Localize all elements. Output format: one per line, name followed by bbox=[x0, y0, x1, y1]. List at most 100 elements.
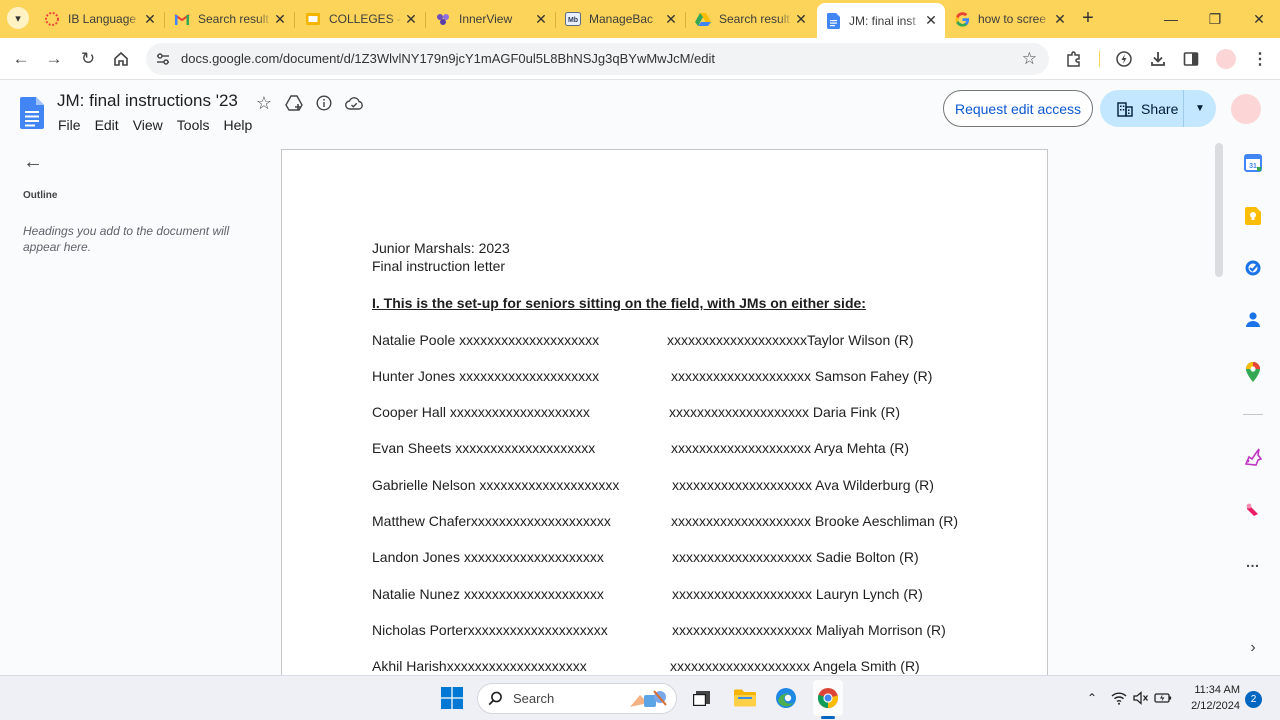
tab-title: Search result bbox=[198, 12, 269, 26]
windows-start-icon[interactable] bbox=[441, 687, 463, 709]
menu-view[interactable]: View bbox=[133, 117, 163, 133]
battery-status[interactable] bbox=[1154, 689, 1172, 707]
contacts-button[interactable] bbox=[1242, 309, 1264, 331]
tab-google-search[interactable]: how to scree ✕ bbox=[946, 5, 1074, 33]
search-icon bbox=[488, 691, 502, 706]
tasks-icon bbox=[1245, 260, 1261, 276]
bookmark-star-icon[interactable]: ☆ bbox=[1022, 49, 1037, 69]
star-button[interactable]: ☆ bbox=[254, 93, 274, 113]
google-slides-icon bbox=[305, 11, 321, 27]
addon-bookmark-button[interactable] bbox=[1242, 499, 1264, 521]
show-hidden-icons-button[interactable]: ⌃ bbox=[1083, 689, 1101, 707]
taskbar-task-view[interactable] bbox=[689, 685, 715, 711]
tab-ib-language[interactable]: IB Language ✕ bbox=[36, 5, 164, 33]
taskbar-search-box[interactable]: Search bbox=[477, 683, 677, 714]
address-bar[interactable]: docs.google.com/document/d/1Z3WlvlNY179n… bbox=[146, 43, 1049, 75]
wifi-status[interactable] bbox=[1110, 689, 1128, 707]
request-edit-access-button[interactable]: Request edit access bbox=[943, 90, 1093, 127]
details-button[interactable] bbox=[314, 93, 334, 113]
collapse-panel-button[interactable]: › bbox=[1242, 637, 1264, 659]
home-button[interactable] bbox=[108, 46, 134, 72]
taskbar-edge[interactable] bbox=[773, 685, 799, 711]
close-icon[interactable]: ✕ bbox=[1052, 11, 1068, 27]
new-tab-button[interactable]: + bbox=[1078, 7, 1098, 29]
close-outline-button[interactable]: ← bbox=[22, 151, 44, 173]
volume-status[interactable] bbox=[1132, 689, 1150, 707]
tab-title: IB Language bbox=[68, 12, 137, 26]
close-icon[interactable]: ✕ bbox=[663, 11, 679, 27]
add-shortcut-button[interactable] bbox=[284, 93, 304, 113]
reload-button[interactable]: ↻ bbox=[75, 46, 101, 72]
restore-button[interactable]: ❐ bbox=[1194, 6, 1236, 32]
chevron-down-icon: ▾ bbox=[15, 12, 21, 25]
more-addons-button[interactable]: … bbox=[1242, 551, 1264, 573]
maps-button[interactable] bbox=[1242, 361, 1264, 383]
row-left-name: Gabrielle Nelson xxxxxxxxxxxxxxxxxxxx bbox=[372, 477, 620, 493]
tasks-button[interactable] bbox=[1242, 257, 1264, 279]
menu-edit[interactable]: Edit bbox=[95, 117, 119, 133]
close-icon[interactable]: ✕ bbox=[793, 11, 809, 27]
calendar-icon: 31 bbox=[1244, 154, 1262, 172]
tab-search-button[interactable]: ▾ bbox=[7, 7, 29, 29]
tab-managebac[interactable]: Mb ManageBac ✕ bbox=[557, 5, 685, 33]
tab-gmail-search[interactable]: Search result ✕ bbox=[166, 5, 294, 33]
vertical-scrollbar-thumb[interactable] bbox=[1215, 143, 1223, 277]
calendar-button[interactable]: 31 bbox=[1242, 152, 1264, 174]
tab-title: InnerView bbox=[459, 12, 513, 26]
system-clock[interactable]: 11:34 AM 2/12/2024 bbox=[1180, 682, 1240, 714]
tab-drive-search[interactable]: Search result ✕ bbox=[687, 5, 815, 33]
profile-avatar[interactable] bbox=[1216, 49, 1236, 69]
pin-marker-icon bbox=[1246, 503, 1258, 516]
account-avatar[interactable] bbox=[1231, 94, 1261, 124]
reload-icon: ↻ bbox=[80, 49, 96, 68]
windows-taskbar: Search ⌃ 11:34 AM 2/12/2024 2 bbox=[0, 675, 1280, 720]
taskbar-chrome[interactable] bbox=[815, 685, 841, 711]
cloud-status-button[interactable] bbox=[344, 93, 364, 113]
tab-innerview[interactable]: InnerView ✕ bbox=[427, 5, 555, 33]
tab-colleges[interactable]: COLLEGES - ✕ bbox=[297, 5, 425, 33]
share-dropdown-button[interactable]: ▼ bbox=[1184, 103, 1216, 114]
close-icon[interactable]: ✕ bbox=[272, 11, 288, 27]
row-left-name: Natalie Nunez xxxxxxxxxxxxxxxxxxxx bbox=[372, 586, 604, 602]
addon-unicorn-button[interactable] bbox=[1242, 446, 1264, 468]
close-icon[interactable]: ✕ bbox=[923, 12, 939, 29]
downloads-button[interactable] bbox=[1146, 47, 1170, 71]
close-icon[interactable]: ✕ bbox=[533, 11, 549, 27]
battery-charging-icon bbox=[1154, 693, 1172, 703]
keep-button[interactable] bbox=[1242, 205, 1264, 227]
side-panel-button[interactable] bbox=[1179, 47, 1203, 71]
arrow-right-icon: → bbox=[45, 49, 63, 68]
row-right-name: xxxxxxxxxxxxxxxxxxxx Ava Wilderburg (R) bbox=[672, 477, 934, 493]
back-button[interactable]: ← bbox=[8, 46, 34, 72]
performance-button[interactable] bbox=[1112, 47, 1136, 71]
share-button[interactable]: Share bbox=[1100, 90, 1184, 127]
share-label: Share bbox=[1141, 100, 1179, 117]
google-docs-logo-icon[interactable] bbox=[20, 97, 44, 129]
taskbar-file-explorer[interactable] bbox=[732, 685, 758, 711]
site-info-icon[interactable] bbox=[154, 50, 172, 68]
document-page[interactable]: Junior Marshals: 2023 Final instruction … bbox=[281, 149, 1048, 675]
svg-text:31: 31 bbox=[1249, 163, 1257, 170]
tab-strip: ▾ IB Language ✕ Search result ✕ COLLEGES… bbox=[0, 0, 1280, 38]
caret-down-icon: ▼ bbox=[1195, 103, 1205, 114]
active-app-indicator bbox=[821, 716, 835, 719]
google-docs-icon bbox=[825, 12, 841, 29]
forward-button[interactable]: → bbox=[41, 46, 67, 72]
row-right-name: xxxxxxxxxxxxxxxxxxxx Maliyah Morrison (R… bbox=[672, 622, 946, 638]
menu-file[interactable]: File bbox=[58, 117, 81, 133]
minimize-button[interactable]: — bbox=[1150, 6, 1192, 32]
menu-tools[interactable]: Tools bbox=[177, 117, 210, 133]
close-icon[interactable]: ✕ bbox=[142, 11, 158, 27]
search-label: Search bbox=[513, 691, 555, 706]
notification-badge[interactable]: 2 bbox=[1245, 691, 1262, 708]
document-title[interactable]: JM: final instructions '23 bbox=[57, 91, 238, 111]
close-icon[interactable]: ✕ bbox=[403, 11, 419, 27]
extensions-button[interactable] bbox=[1062, 47, 1086, 71]
toolbar-divider bbox=[1099, 51, 1100, 67]
menu-help[interactable]: Help bbox=[223, 117, 252, 133]
document-canvas[interactable]: Junior Marshals: 2023 Final instruction … bbox=[270, 139, 1214, 675]
tab-jm-final-instructions[interactable]: JM: final inst ✕ bbox=[817, 3, 945, 38]
close-window-button[interactable]: ✕ bbox=[1238, 6, 1280, 32]
plus-icon: + bbox=[1082, 7, 1094, 29]
browser-menu-button[interactable]: ⋮ bbox=[1248, 47, 1272, 71]
